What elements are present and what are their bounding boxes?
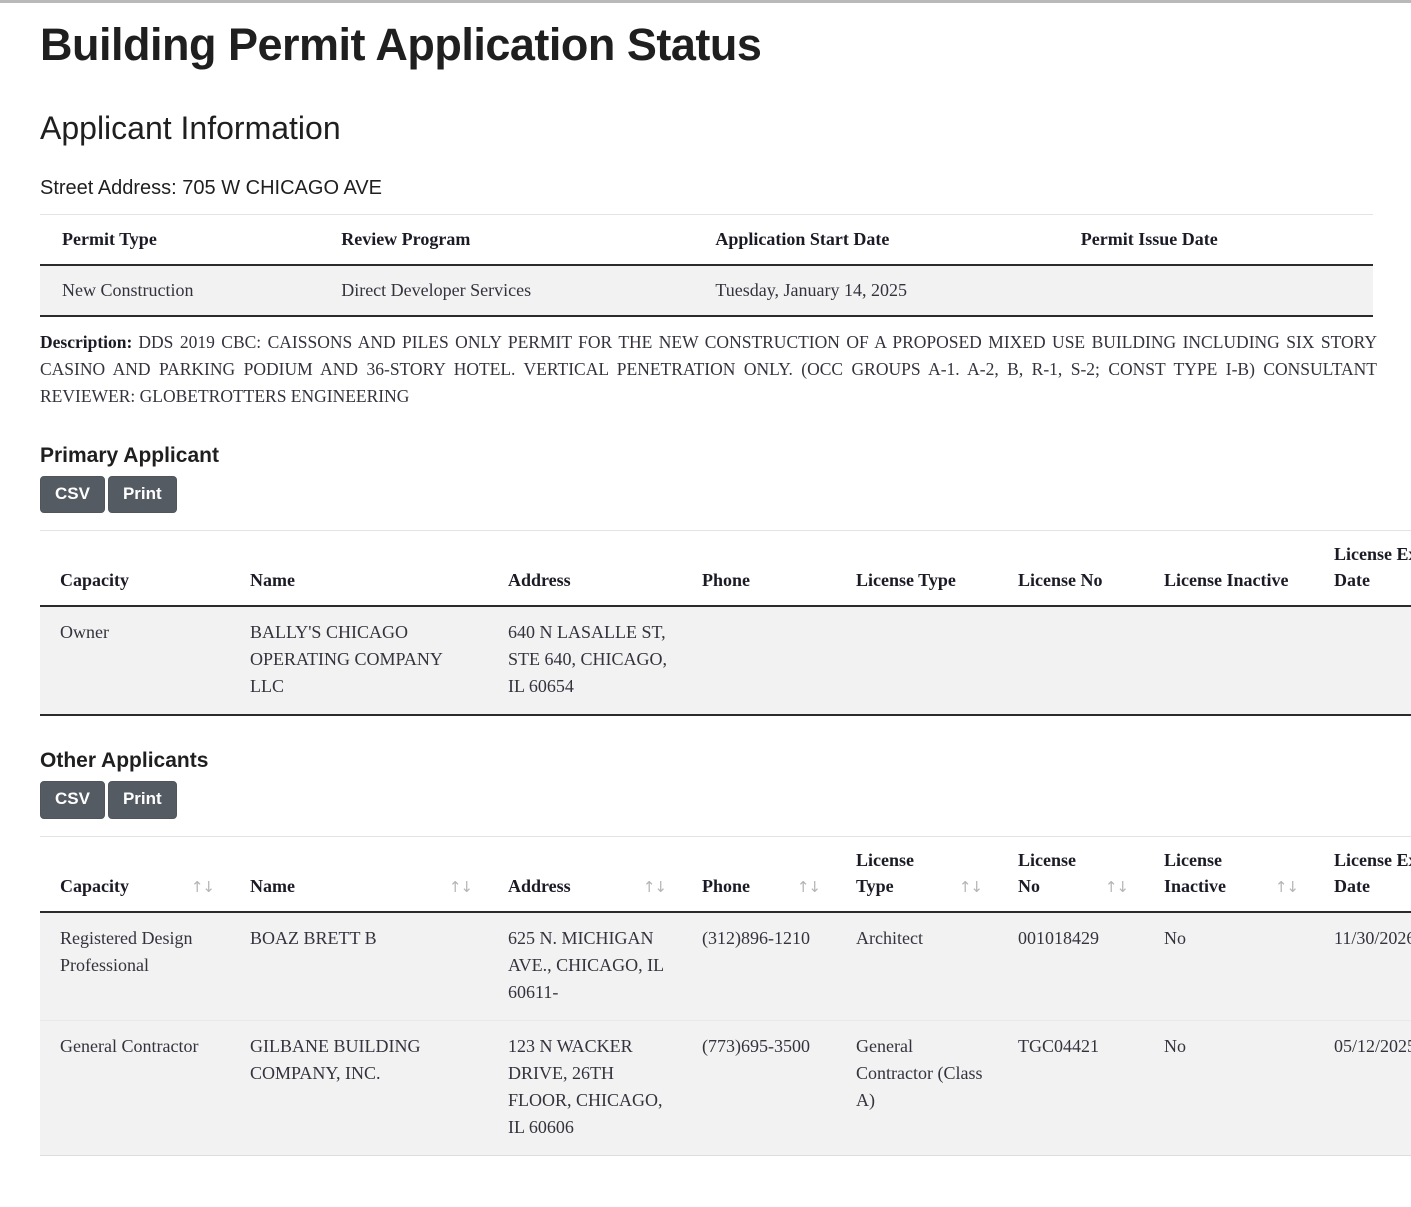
page-container: Building Permit Application Status Appli… <box>0 19 1411 1170</box>
header-address-label: Address <box>508 873 571 899</box>
sort-toggle-icon[interactable]: ↑↓ <box>191 877 220 899</box>
cell-phone: (312)896-1210 <box>682 912 836 1021</box>
header-phone: Phone <box>682 531 836 607</box>
other-applicants-header-row: Capacity ↑↓ Name ↑↓ Address ↑↓ <box>40 836 1411 912</box>
description-text: DDS 2019 CBC: CAISSONS AND PILES ONLY PE… <box>40 332 1377 406</box>
cell-license-inactive: No <box>1144 912 1314 1021</box>
header-phone[interactable]: Phone ↑↓ <box>682 836 836 912</box>
header-license-inactive: License Inactive <box>1144 531 1314 607</box>
table-row: New Construction Direct Developer Servic… <box>40 265 1373 316</box>
header-license-no[interactable]: License No ↑↓ <box>998 836 1144 912</box>
sort-toggle-icon[interactable]: ↑↓ <box>1275 877 1304 899</box>
top-border-strip <box>0 0 1411 3</box>
cell-license-type <box>836 606 998 715</box>
permit-description: Description:DDS 2019 CBC: CAISSONS AND P… <box>40 329 1377 410</box>
cell-address: 640 N LASALLE ST, STE 640, CHICAGO, IL 6… <box>488 606 682 715</box>
header-name[interactable]: Name ↑↓ <box>230 836 488 912</box>
permit-summary-table: Permit Type Review Program Application S… <box>40 214 1373 317</box>
header-address[interactable]: Address ↑↓ <box>488 836 682 912</box>
cell-name: BOAZ BRETT B <box>230 912 488 1021</box>
cell-address: 123 N WACKER DRIVE, 26TH FLOOR, CHICAGO,… <box>488 1021 682 1156</box>
csv-button[interactable]: CSV <box>40 781 105 818</box>
sort-toggle-icon[interactable]: ↑↓ <box>959 877 988 899</box>
cell-license-inactive <box>1144 606 1314 715</box>
header-license-no-label: License No <box>1018 847 1099 899</box>
header-capacity: Capacity <box>40 531 230 607</box>
primary-applicant-header-row: Capacity Name Address Phone License Type… <box>40 531 1411 607</box>
cell-license-exp-date: 11/30/2026 <box>1314 912 1411 1021</box>
header-license-inactive[interactable]: License Inactive ↑↓ <box>1144 836 1314 912</box>
table-row: Registered Design Professional BOAZ BRET… <box>40 912 1411 1021</box>
csv-button[interactable]: CSV <box>40 476 105 513</box>
table-row: General Contractor GILBANE BUILDING COMP… <box>40 1021 1411 1156</box>
header-license-no: License No <box>998 531 1144 607</box>
cell-name: BALLY'S CHICAGO OPERATING COMPANY LLC <box>230 606 488 715</box>
primary-applicant-heading: Primary Applicant <box>40 443 1373 468</box>
cell-review-program: Direct Developer Services <box>319 265 693 316</box>
cell-phone <box>682 606 836 715</box>
header-license-inactive-label: License Inactive <box>1164 847 1269 899</box>
cell-license-inactive: No <box>1144 1021 1314 1156</box>
cell-application-start-date: Tuesday, January 14, 2025 <box>693 265 1058 316</box>
cell-license-type: General Contractor (Class A) <box>836 1021 998 1156</box>
header-permit-issue-date: Permit Issue Date <box>1059 215 1373 266</box>
permit-table-header-row: Permit Type Review Program Application S… <box>40 215 1373 266</box>
cell-capacity: Registered Design Professional <box>40 912 230 1021</box>
cell-permit-issue-date <box>1059 265 1373 316</box>
print-button[interactable]: Print <box>108 781 177 818</box>
primary-applicant-export-buttons: CSV Print <box>40 476 1373 513</box>
street-address: Street Address: 705 W CHICAGO AVE <box>40 177 1373 200</box>
other-applicants-table: Capacity ↑↓ Name ↑↓ Address ↑↓ <box>40 836 1411 1156</box>
cell-license-no: 001018429 <box>998 912 1144 1021</box>
description-label: Description: <box>40 332 132 352</box>
header-license-exp-date: License Exp Date <box>1314 531 1411 607</box>
sort-toggle-icon[interactable]: ↑↓ <box>1105 877 1134 899</box>
header-address: Address <box>488 531 682 607</box>
header-license-exp-date-label: License Exp Date <box>1334 847 1411 899</box>
cell-capacity: Owner <box>40 606 230 715</box>
other-applicants-export-buttons: CSV Print <box>40 781 1373 818</box>
page-title: Building Permit Application Status <box>40 19 1373 71</box>
cell-license-exp-date <box>1314 606 1411 715</box>
sort-toggle-icon[interactable]: ↑↓ <box>797 877 826 899</box>
cell-permit-type: New Construction <box>40 265 319 316</box>
header-name: Name <box>230 531 488 607</box>
cell-license-type: Architect <box>836 912 998 1021</box>
header-license-exp-date[interactable]: License Exp Date ↑↓ <box>1314 836 1411 912</box>
cell-phone: (773)695-3500 <box>682 1021 836 1156</box>
header-capacity[interactable]: Capacity ↑↓ <box>40 836 230 912</box>
header-capacity-label: Capacity <box>60 873 129 899</box>
print-button[interactable]: Print <box>108 476 177 513</box>
cell-license-no <box>998 606 1144 715</box>
header-license-type[interactable]: License Type ↑↓ <box>836 836 998 912</box>
bottom-spacer <box>40 1156 1373 1170</box>
cell-license-exp-date: 05/12/2025 <box>1314 1021 1411 1156</box>
other-applicants-heading: Other Applicants <box>40 748 1373 773</box>
primary-applicant-table: Capacity Name Address Phone License Type… <box>40 530 1411 716</box>
header-name-label: Name <box>250 873 295 899</box>
cell-address: 625 N. MICHIGAN AVE., CHICAGO, IL 60611- <box>488 912 682 1021</box>
header-license-type: License Type <box>836 531 998 607</box>
cell-name: GILBANE BUILDING COMPANY, INC. <box>230 1021 488 1156</box>
header-license-type-label: License Type <box>856 847 953 899</box>
table-row: Owner BALLY'S CHICAGO OPERATING COMPANY … <box>40 606 1411 715</box>
sort-toggle-icon[interactable]: ↑↓ <box>643 877 672 899</box>
cell-capacity: General Contractor <box>40 1021 230 1156</box>
applicant-information-heading: Applicant Information <box>40 109 1373 147</box>
cell-license-no: TGC04421 <box>998 1021 1144 1156</box>
header-application-start-date: Application Start Date <box>693 215 1058 266</box>
sort-toggle-icon[interactable]: ↑↓ <box>449 877 478 899</box>
header-phone-label: Phone <box>702 873 750 899</box>
header-permit-type: Permit Type <box>40 215 319 266</box>
header-review-program: Review Program <box>319 215 693 266</box>
